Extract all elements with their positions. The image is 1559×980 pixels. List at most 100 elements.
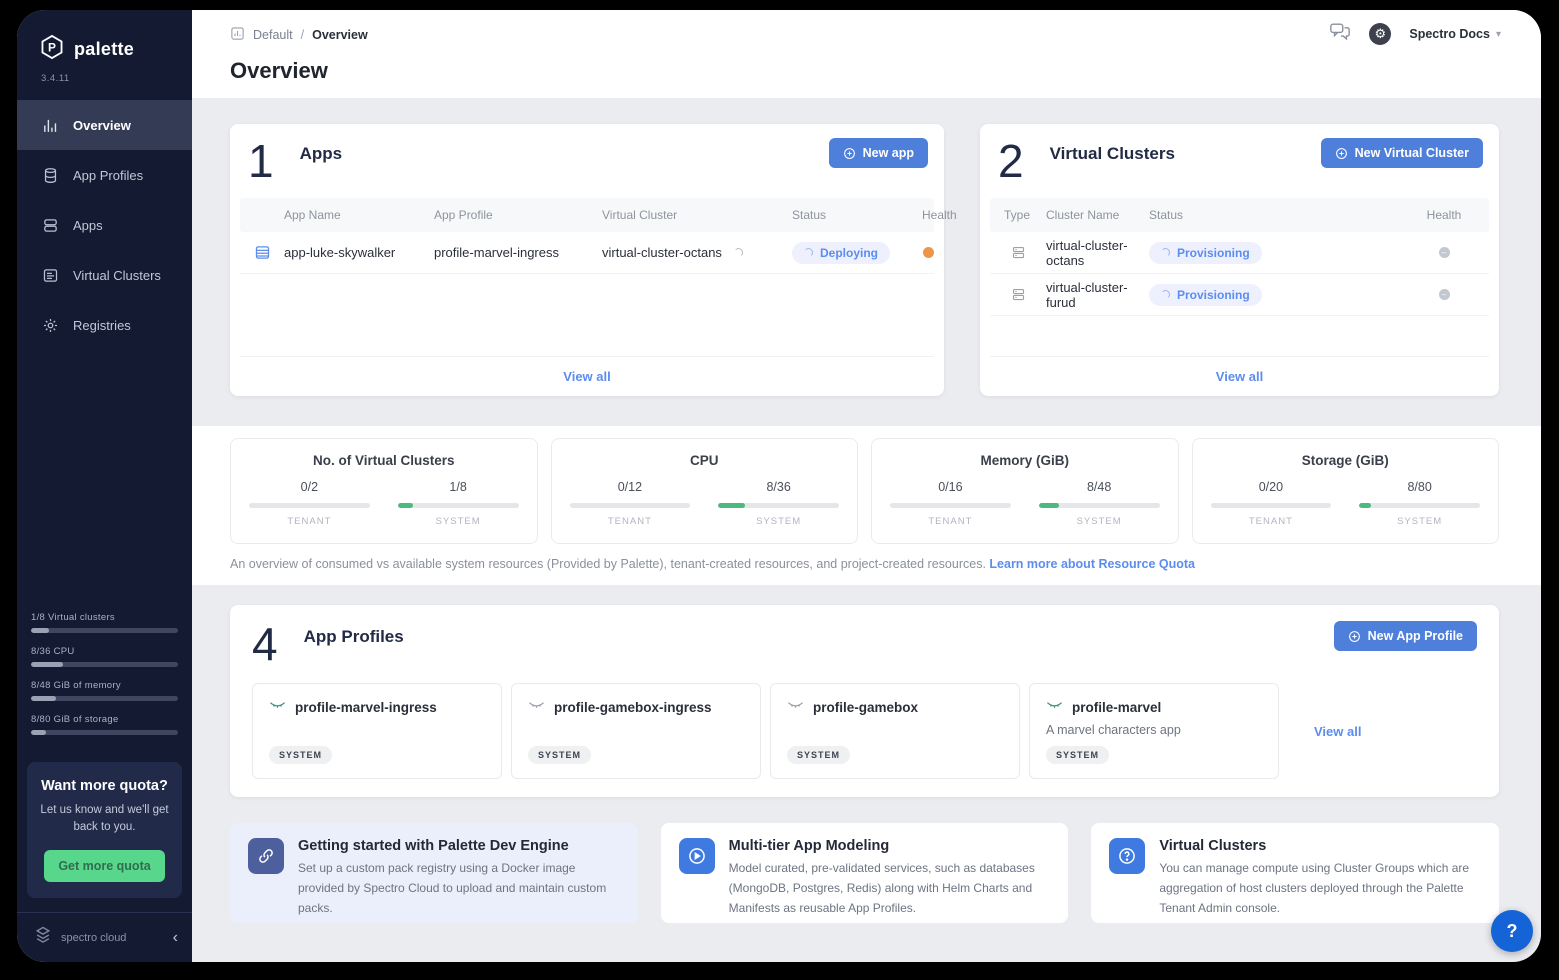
cell-cluster-name: virtual-cluster-furud bbox=[1046, 280, 1149, 310]
cell-health: – bbox=[1399, 289, 1489, 300]
quota-system-value: 8/36 bbox=[718, 480, 839, 494]
help-button[interactable]: ? bbox=[1491, 910, 1533, 952]
health-dot bbox=[923, 247, 934, 258]
sidebar-item-label: Registries bbox=[73, 318, 131, 333]
quota-system-label: SYSTEM bbox=[1039, 516, 1160, 527]
status-spinner-icon bbox=[804, 248, 813, 257]
sidebar-collapse-icon[interactable]: ‹ bbox=[173, 930, 178, 946]
spectro-cloud-label: spectro cloud bbox=[61, 932, 165, 944]
profile-icon bbox=[1046, 698, 1063, 716]
usage-bar bbox=[31, 730, 178, 735]
profiles-view-all-link[interactable]: View all bbox=[1314, 724, 1361, 739]
brand-name: palette bbox=[74, 39, 134, 60]
info-card-description: You can manage compute using Cluster Gro… bbox=[1159, 859, 1481, 918]
quota-tenant-value: 0/12 bbox=[570, 480, 691, 494]
profile-card[interactable]: profile-marvel A marvel characters app S… bbox=[1029, 683, 1279, 779]
bar-chart-icon bbox=[41, 117, 59, 134]
sidebar-item-registries[interactable]: Registries bbox=[17, 300, 192, 350]
status-badge: Deploying bbox=[820, 246, 878, 260]
apps-view-all-link[interactable]: View all bbox=[563, 369, 610, 384]
cell-status: Provisioning bbox=[1149, 284, 1399, 306]
quota-tenant-value: 0/16 bbox=[890, 480, 1011, 494]
sidebar-item-overview[interactable]: Overview bbox=[17, 100, 192, 150]
resource-quota-link[interactable]: Learn more about Resource Quota bbox=[989, 557, 1195, 571]
new-app-profile-button[interactable]: New App Profile bbox=[1334, 621, 1477, 651]
quota-system-label: SYSTEM bbox=[718, 516, 839, 527]
app-window: P palette 3.4.11 Overview App Profiles bbox=[17, 10, 1541, 962]
spectro-docs-menu[interactable]: Spectro Docs ▾ bbox=[1409, 27, 1501, 41]
usage-label: 8/48 GiB of memory bbox=[31, 680, 178, 691]
info-card-virtual-clusters[interactable]: Virtual Clusters You can manage compute … bbox=[1091, 823, 1499, 923]
profile-icon bbox=[528, 698, 545, 716]
apps-table-header: App Name App Profile Virtual Cluster Sta… bbox=[240, 198, 934, 232]
main-area: ⚙ Spectro Docs ▾ Default / Overview Over… bbox=[192, 10, 1541, 962]
profile-card[interactable]: profile-gamebox SYSTEM bbox=[770, 683, 1020, 779]
quota-title: CPU bbox=[570, 453, 840, 468]
quota-bar bbox=[1039, 503, 1160, 508]
clusters-card-footer: View all bbox=[990, 356, 1489, 396]
quota-title: Memory (GiB) bbox=[890, 453, 1160, 468]
settings-icon[interactable]: ⚙ bbox=[1369, 23, 1391, 45]
feedback-chat-icon[interactable] bbox=[1329, 22, 1351, 46]
quota-system-label: SYSTEM bbox=[398, 516, 519, 527]
clusters-view-all-link[interactable]: View all bbox=[1216, 369, 1263, 384]
quota-card-storage: Storage (GiB) 0/20 TENANT 8/80 SYSTEM bbox=[1192, 438, 1500, 544]
cell-app-profile: profile-marvel-ingress bbox=[434, 245, 602, 260]
virtual-clusters-card: 2 Virtual Clusters New Virtual Cluster T… bbox=[980, 124, 1499, 396]
cluster-type-icon bbox=[990, 287, 1046, 302]
play-circle-icon bbox=[679, 838, 715, 874]
quota-tenant-value: 0/20 bbox=[1211, 480, 1332, 494]
quota-bar bbox=[890, 503, 1011, 508]
breadcrumb-page: Overview bbox=[312, 28, 368, 42]
sidebar-item-label: App Profiles bbox=[73, 168, 143, 183]
question-circle-icon bbox=[1109, 838, 1145, 874]
sidebar-item-app-profiles[interactable]: App Profiles bbox=[17, 150, 192, 200]
table-row[interactable]: app-luke-skywalker profile-marvel-ingres… bbox=[240, 232, 934, 274]
gear-icon bbox=[41, 317, 59, 334]
usage-bar bbox=[31, 696, 178, 701]
quota-promo: Want more quota? Let us know and we'll g… bbox=[27, 762, 182, 899]
get-more-quota-button[interactable]: Get more quota bbox=[44, 850, 164, 882]
info-card-description: Set up a custom pack registry using a Do… bbox=[298, 859, 620, 918]
sidebar-usage: 1/8 Virtual clusters 8/36 CPU 8/48 GiB o… bbox=[17, 612, 192, 758]
info-card-app-modeling[interactable]: Multi-tier App Modeling Model curated, p… bbox=[661, 823, 1069, 923]
sidebar-item-apps[interactable]: Apps bbox=[17, 200, 192, 250]
quota-system-label: SYSTEM bbox=[1359, 516, 1480, 527]
usage-label: 8/36 CPU bbox=[31, 646, 178, 657]
quota-promo-subtitle: Let us know and we'll get back to you. bbox=[39, 802, 170, 837]
page-title: Overview bbox=[230, 58, 1501, 84]
cell-status: Deploying bbox=[792, 242, 922, 264]
info-card-dev-engine[interactable]: Getting started with Palette Dev Engine … bbox=[230, 823, 638, 923]
profile-card[interactable]: profile-gamebox-ingress SYSTEM bbox=[511, 683, 761, 779]
project-icon bbox=[230, 26, 245, 44]
quota-bar bbox=[249, 503, 370, 508]
loading-spinner-icon bbox=[734, 248, 743, 257]
app-table-icon bbox=[240, 244, 284, 261]
usage-storage: 8/80 GiB of storage bbox=[31, 714, 178, 735]
table-row[interactable]: virtual-cluster-furud Provisioning – bbox=[990, 274, 1489, 316]
col-type: Type bbox=[990, 208, 1046, 222]
col-app-profile: App Profile bbox=[434, 208, 602, 222]
svg-text:P: P bbox=[48, 41, 56, 55]
quota-bar bbox=[398, 503, 519, 508]
quota-title: Storage (GiB) bbox=[1211, 453, 1481, 468]
profile-name: profile-marvel-ingress bbox=[295, 700, 437, 715]
clusters-table-header: Type Cluster Name Status Health bbox=[990, 198, 1489, 232]
sidebar-item-label: Overview bbox=[73, 118, 131, 133]
cluster-type-icon bbox=[990, 245, 1046, 260]
quota-card-cpu: CPU 0/12 TENANT 8/36 SYSTEM bbox=[551, 438, 859, 544]
table-row[interactable]: virtual-cluster-octans Provisioning – bbox=[990, 232, 1489, 274]
new-app-label: New app bbox=[863, 146, 914, 160]
sidebar-item-virtual-clusters[interactable]: Virtual Clusters bbox=[17, 250, 192, 300]
sidebar-footer: spectro cloud ‹ bbox=[17, 912, 192, 962]
usage-bar bbox=[31, 662, 178, 667]
profile-icon bbox=[269, 698, 286, 716]
breadcrumb-project[interactable]: Default bbox=[253, 28, 293, 42]
new-app-button[interactable]: New app bbox=[829, 138, 928, 168]
profiles-count: 4 bbox=[252, 621, 278, 667]
new-virtual-cluster-button[interactable]: New Virtual Cluster bbox=[1321, 138, 1483, 168]
app-profiles-card: 4 App Profiles New App Profile profile-m bbox=[230, 605, 1499, 797]
quota-title: No. of Virtual Clusters bbox=[249, 453, 519, 468]
brand: P palette bbox=[17, 10, 192, 71]
profile-card[interactable]: profile-marvel-ingress SYSTEM bbox=[252, 683, 502, 779]
